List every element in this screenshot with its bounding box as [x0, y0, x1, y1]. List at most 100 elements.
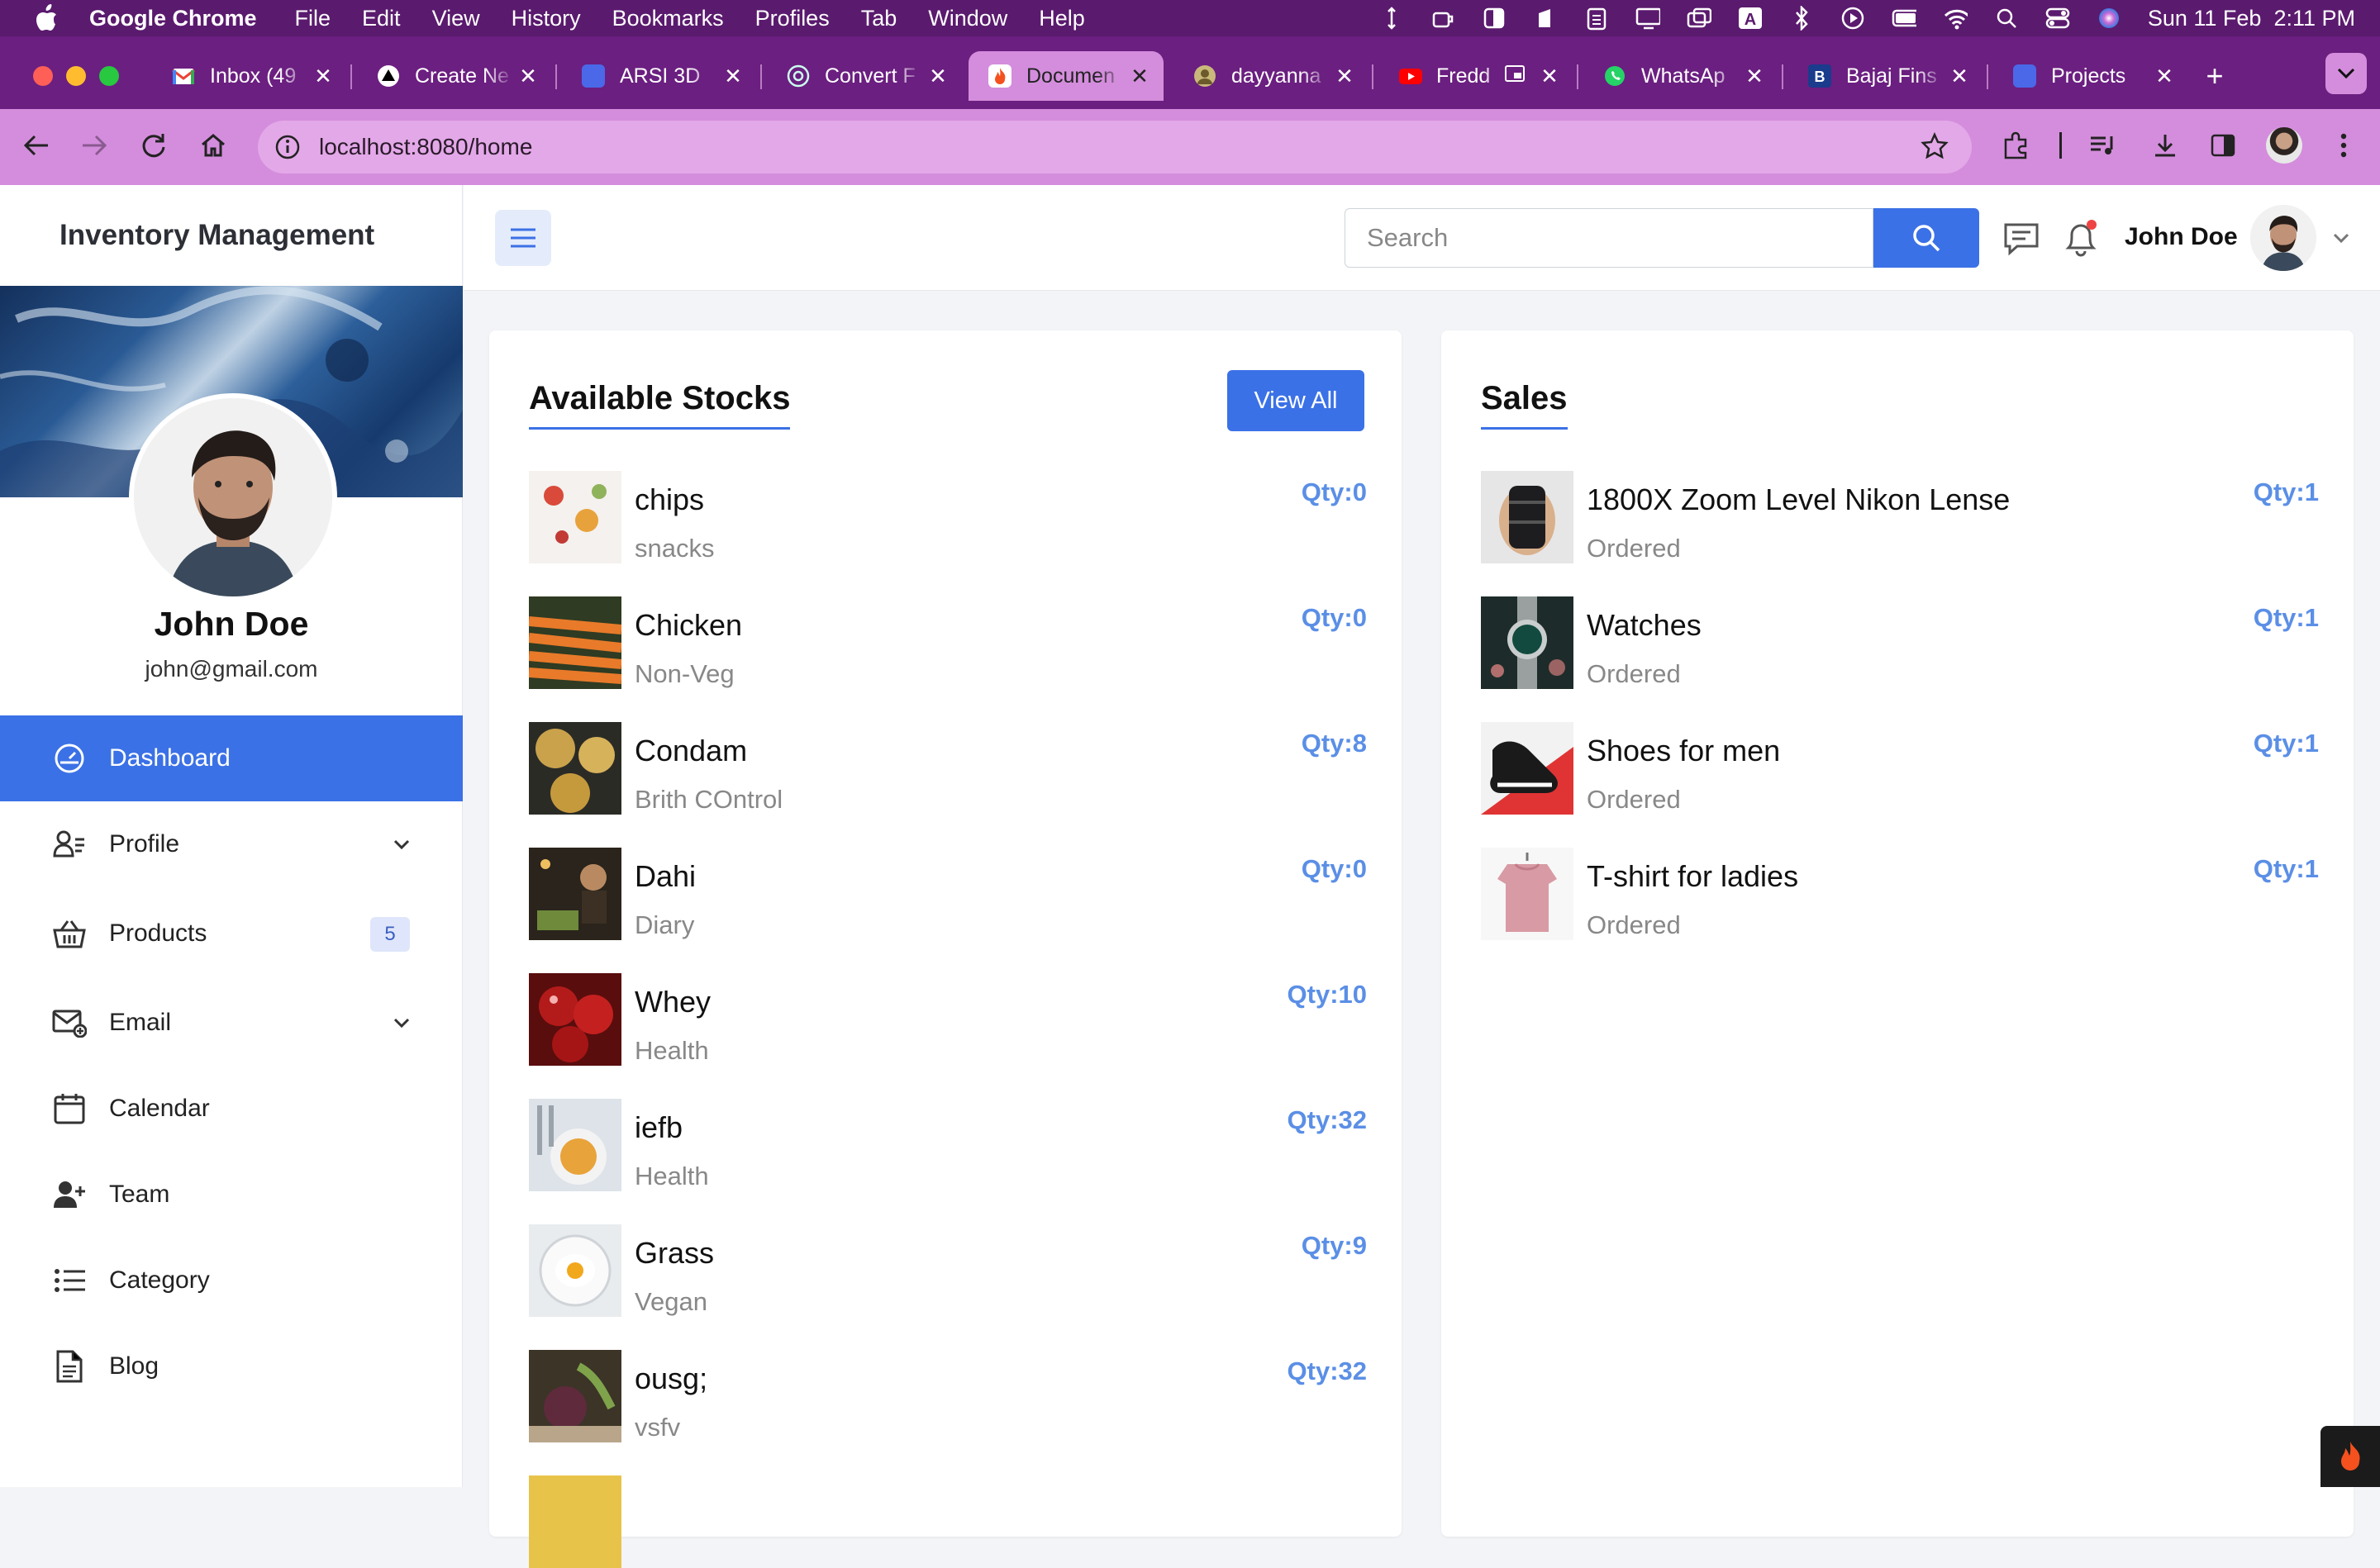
picture-in-picture-icon[interactable] — [1504, 64, 1526, 88]
sales-list-item[interactable]: Shoes for men Ordered Qty:1 — [1481, 722, 2319, 815]
close-tab-icon[interactable]: ✕ — [719, 62, 747, 90]
keyboard-a-icon[interactable]: A — [1738, 6, 1763, 31]
new-tab-button[interactable]: + — [2195, 56, 2235, 96]
minimize-window-button[interactable] — [66, 66, 86, 86]
sidebar-item-category[interactable]: Category — [0, 1238, 463, 1323]
menu-edit[interactable]: Edit — [362, 6, 401, 31]
side-panel-icon[interactable] — [2202, 124, 2244, 167]
browser-tab[interactable]: ARSI 3D ✕ — [562, 51, 757, 101]
siri-icon[interactable] — [2097, 6, 2121, 31]
menu-history[interactable]: History — [512, 6, 581, 31]
browser-tab[interactable]: Inbox (49 ✕ — [152, 51, 347, 101]
address-bar[interactable]: localhost:8080/home — [258, 121, 1972, 173]
browser-tab[interactable]: Projects ✕ — [1993, 51, 2188, 101]
profile-avatar[interactable] — [129, 393, 337, 601]
browser-tab[interactable]: Fredd ✕ — [1378, 51, 1573, 101]
browser-tab-active[interactable]: Documen ✕ — [969, 51, 1164, 101]
bookmark-star-icon[interactable] — [1921, 131, 1949, 164]
sales-list-item[interactable]: 1800X Zoom Level Nikon Lense Ordered Qty… — [1481, 471, 2319, 563]
site-info-icon[interactable] — [274, 134, 301, 164]
menu-profiles[interactable]: Profiles — [755, 6, 830, 31]
notion-status-icon[interactable] — [1533, 6, 1558, 31]
stock-list-item-partial[interactable] — [529, 1475, 1367, 1568]
tea-status-icon[interactable] — [1430, 6, 1455, 31]
stock-list-item[interactable]: Condam Brith COntrol Qty:8 — [529, 722, 1367, 815]
browser-tab[interactable]: B Bajaj Fins ✕ — [1788, 51, 1983, 101]
battery-icon[interactable] — [1892, 6, 1916, 31]
arrows-status-icon[interactable] — [1379, 6, 1404, 31]
sales-list-item[interactable]: T-shirt for ladies Ordered Qty:1 — [1481, 848, 2319, 940]
control-center-icon[interactable] — [2045, 6, 2070, 31]
notification-bell-icon[interactable] — [2062, 218, 2100, 258]
sidebar-item-profile[interactable]: Profile — [0, 801, 463, 887]
menu-view[interactable]: View — [432, 6, 480, 31]
back-button[interactable] — [15, 124, 58, 167]
windows-status-icon[interactable] — [1687, 6, 1711, 31]
app-name-menu[interactable]: Google Chrome — [89, 6, 257, 31]
menu-file[interactable]: File — [295, 6, 331, 31]
stock-list-item[interactable]: Chicken Non-Veg Qty:0 — [529, 596, 1367, 689]
stock-list-item[interactable]: Whey Health Qty:10 — [529, 973, 1367, 1066]
menubar-clock[interactable]: Sun 11 Feb 2:11 PM — [2148, 6, 2355, 31]
close-window-button[interactable] — [33, 66, 53, 86]
sidebar-item-blog[interactable]: Blog — [0, 1323, 463, 1409]
display-status-icon[interactable] — [1635, 6, 1660, 31]
menu-window[interactable]: Window — [928, 6, 1007, 31]
close-tab-icon[interactable]: ✕ — [514, 62, 542, 90]
stock-list-item[interactable]: chips snacks Qty:0 — [529, 471, 1367, 563]
apple-icon[interactable] — [31, 3, 61, 33]
menu-bookmarks[interactable]: Bookmarks — [612, 6, 724, 31]
close-tab-icon[interactable]: ✕ — [1945, 62, 1973, 90]
chrome-profile-avatar[interactable] — [2266, 127, 2302, 164]
browser-tab[interactable]: dayyanna ✕ — [1173, 51, 1368, 101]
chat-icon[interactable] — [2002, 220, 2040, 258]
tab-search-button[interactable] — [2325, 53, 2367, 94]
wifi-icon[interactable] — [1943, 6, 1968, 31]
header-user-name[interactable]: John Doe — [2125, 223, 2238, 251]
download-icon[interactable] — [2144, 124, 2187, 167]
menu-tab[interactable]: Tab — [861, 6, 897, 31]
search-button[interactable] — [1873, 208, 1979, 268]
close-tab-icon[interactable]: ✕ — [924, 62, 952, 90]
close-tab-icon[interactable]: ✕ — [2150, 62, 2178, 90]
devtools-fire-icon[interactable] — [2320, 1426, 2380, 1487]
stock-list-item[interactable]: Grass Vegan Qty:9 — [529, 1224, 1367, 1317]
close-tab-icon[interactable]: ✕ — [309, 62, 337, 90]
sidebar-item-calendar[interactable]: Calendar — [0, 1066, 463, 1152]
extensions-icon[interactable] — [1995, 124, 2038, 167]
menu-help[interactable]: Help — [1039, 6, 1085, 31]
bluetooth-icon[interactable] — [1789, 6, 1814, 31]
play-status-icon[interactable] — [1840, 6, 1865, 31]
forward-button[interactable] — [73, 124, 116, 167]
spotlight-search-icon[interactable] — [1994, 6, 2019, 31]
browser-tab[interactable]: Convert F ✕ — [767, 51, 962, 101]
sidebar-item-products[interactable]: Products 5 — [0, 891, 463, 976]
sidebar-item-dashboard[interactable]: Dashboard — [0, 715, 463, 801]
chevron-down-icon[interactable] — [2330, 226, 2353, 249]
menu-toggle-button[interactable] — [495, 210, 551, 266]
clipboard-status-icon[interactable] — [1584, 6, 1609, 31]
sidebar-item-email[interactable]: Email — [0, 980, 463, 1066]
stock-list-item[interactable]: ousg; vsfv Qty:32 — [529, 1350, 1367, 1442]
browser-tab[interactable]: Create Ne ✕ — [357, 51, 552, 101]
sidebar-item-team[interactable]: Team — [0, 1152, 463, 1238]
home-button[interactable] — [192, 124, 235, 167]
profile-icon — [51, 826, 88, 862]
header-avatar[interactable] — [2250, 205, 2316, 271]
close-tab-icon[interactable]: ✕ — [1740, 62, 1768, 90]
browser-tab[interactable]: WhatsAp ✕ — [1583, 51, 1778, 101]
close-tab-icon[interactable]: ✕ — [1126, 62, 1154, 90]
maximize-window-button[interactable] — [99, 66, 119, 86]
item-qty: Qty:1 — [2253, 603, 2319, 632]
sales-list-item[interactable]: Watches Ordered Qty:1 — [1481, 596, 2319, 689]
sidebar-status-icon[interactable] — [1482, 6, 1507, 31]
chrome-menu-icon[interactable] — [2322, 124, 2365, 167]
stock-list-item[interactable]: iefb Health Qty:32 — [529, 1099, 1367, 1191]
search-input[interactable] — [1345, 208, 1873, 268]
close-tab-icon[interactable]: ✕ — [1535, 62, 1564, 90]
close-tab-icon[interactable]: ✕ — [1330, 62, 1359, 90]
media-controls-icon[interactable] — [2081, 124, 2124, 167]
reload-button[interactable] — [132, 124, 175, 167]
stock-list-item[interactable]: Dahi Diary Qty:0 — [529, 848, 1367, 940]
view-all-button[interactable]: View All — [1227, 370, 1364, 431]
